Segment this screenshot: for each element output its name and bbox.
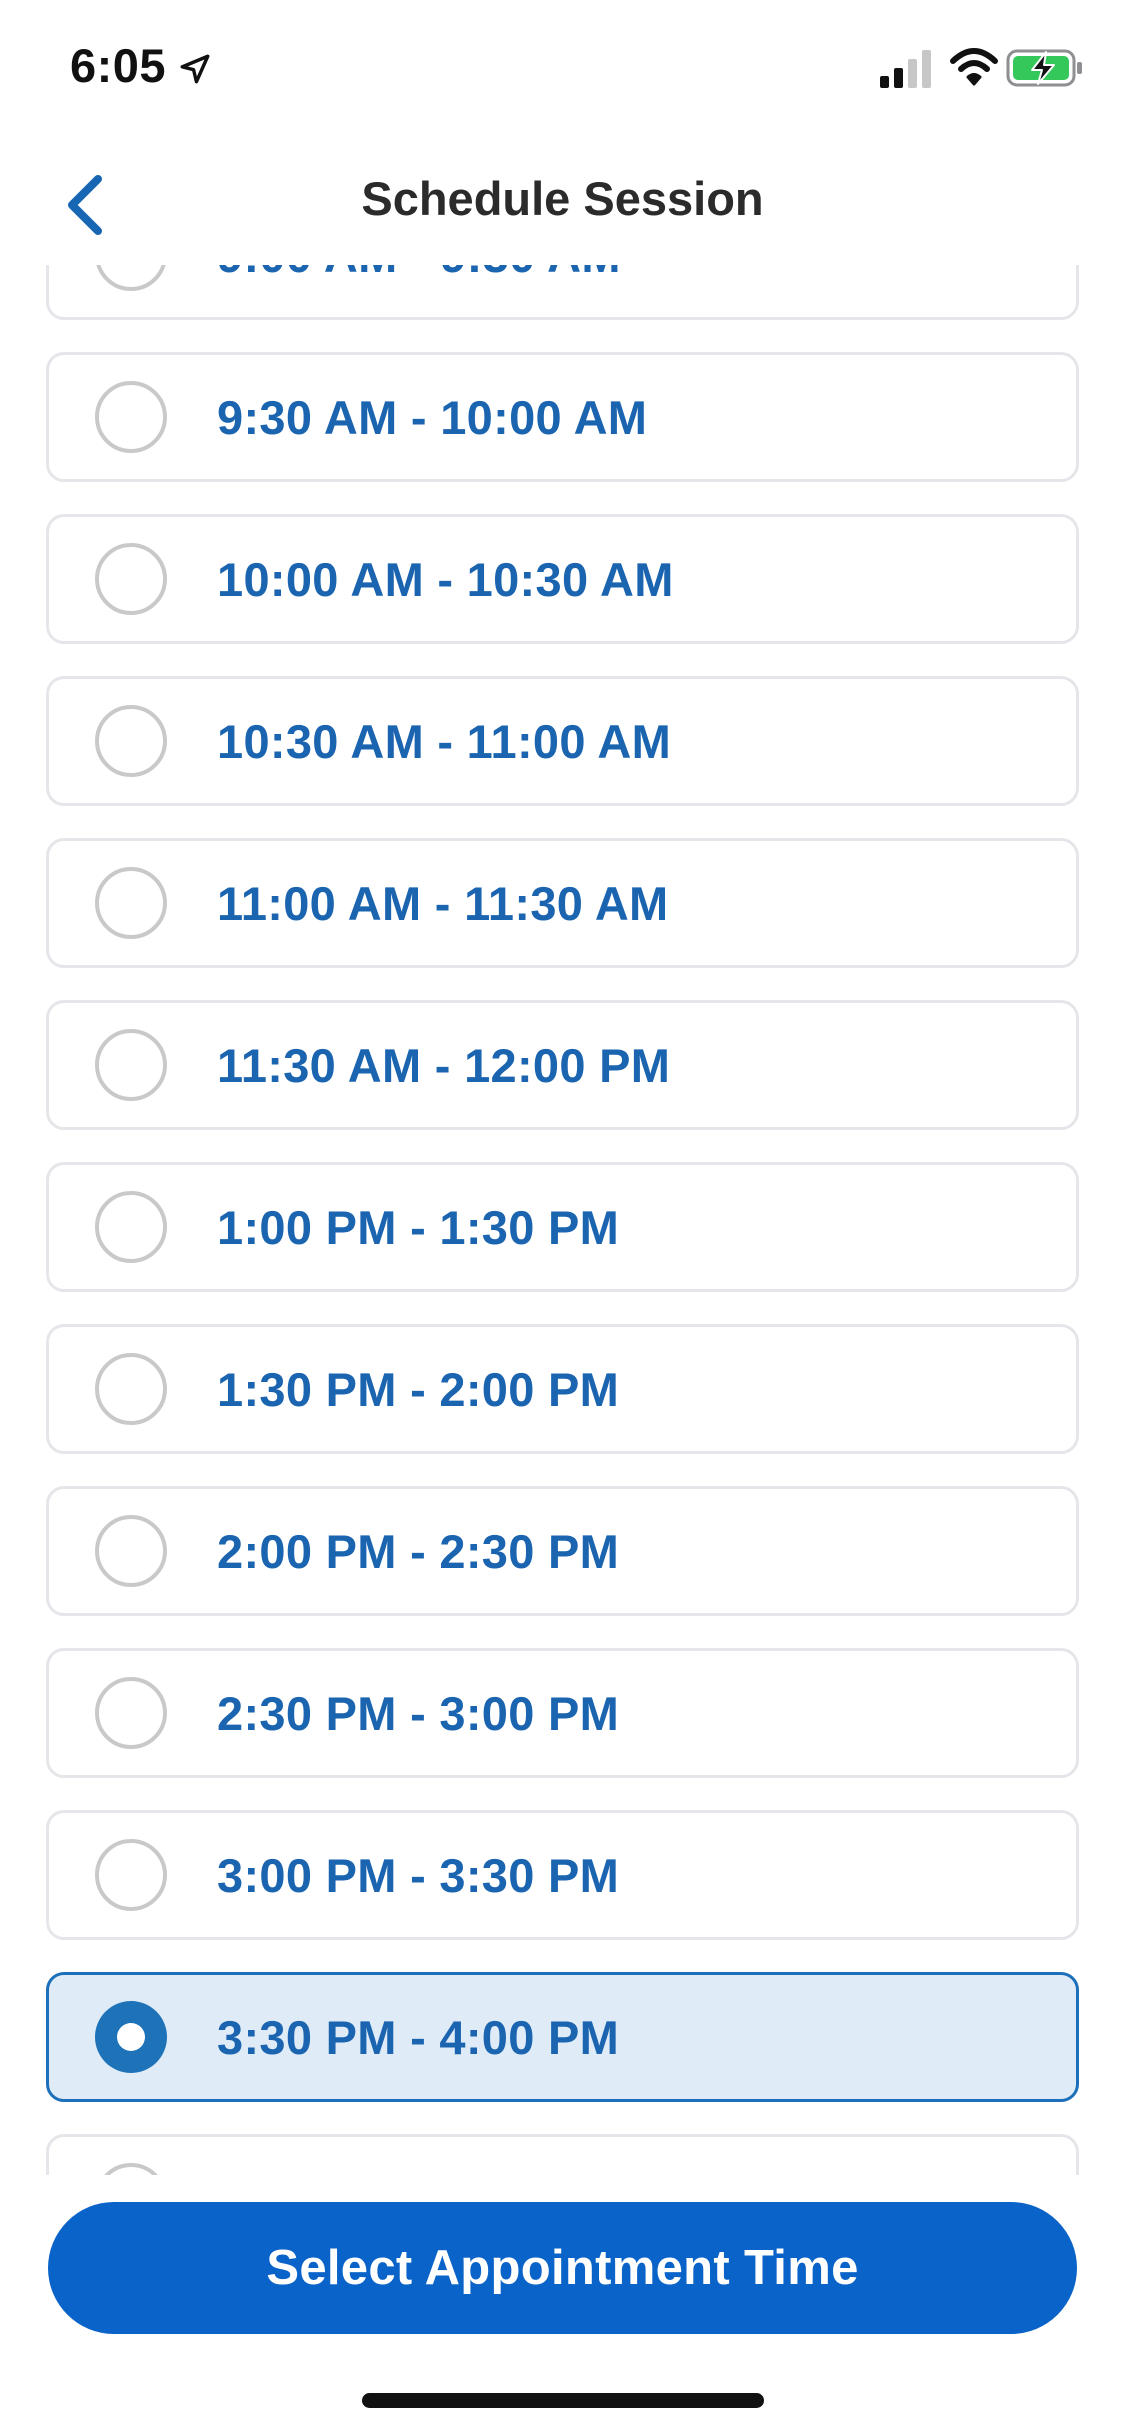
radio-unselected-icon[interactable]: [95, 265, 167, 291]
time-slot-label: 3:00 PM - 3:30 PM: [217, 1848, 620, 1902]
select-appointment-time-label: Select Appointment Time: [266, 2241, 859, 2295]
status-time: 6:05: [70, 39, 167, 92]
location-arrow-icon: [180, 54, 210, 84]
time-slot-label: 11:30 AM - 12:00 PM: [217, 1038, 671, 1092]
time-slot-row[interactable]: 4:00 PM - 4:30 PM: [46, 2134, 1079, 2175]
time-slot-label: 1:30 PM - 2:00 PM: [217, 1362, 620, 1416]
schedule-session-screen: 6:05 Schedule Session 9:30 AM - 10:00 AM…: [0, 0, 1125, 2436]
radio-unselected-icon[interactable]: [95, 1515, 167, 1587]
radio-unselected-icon[interactable]: [95, 1029, 167, 1101]
time-slot-label: 3:30 PM - 4:00 PM: [217, 2010, 620, 2064]
radio-unselected-icon[interactable]: [95, 867, 167, 939]
radio-unselected-icon[interactable]: [95, 1839, 167, 1911]
cellular-signal-icon: [880, 50, 931, 88]
time-slot-label: 9:30 AM - 10:00 AM: [217, 390, 648, 444]
wifi-icon: [950, 48, 998, 86]
select-appointment-time-button[interactable]: Select Appointment Time: [48, 2202, 1077, 2334]
radio-unselected-icon[interactable]: [95, 1677, 167, 1749]
bottom-action-area: Select Appointment Time: [0, 2175, 1125, 2436]
home-indicator: [362, 2393, 764, 2408]
radio-unselected-icon[interactable]: [95, 705, 167, 777]
time-slot-label: 11:00 AM - 11:30 AM: [217, 876, 669, 930]
time-slot-row[interactable]: 2:30 PM - 3:00 PM: [46, 1648, 1079, 1778]
time-slot-row[interactable]: 10:00 AM - 10:30 AM: [46, 514, 1079, 644]
radio-unselected-icon[interactable]: [95, 2163, 167, 2175]
time-slot-row[interactable]: 9:30 AM - 10:00 AM: [46, 352, 1079, 482]
navigation-header: Schedule Session: [0, 135, 1125, 265]
time-slot-track: 9:00 AM - 9:30 AM 9:30 AM - 10:00 AM 10:00…: [0, 265, 1125, 2175]
time-slot-label: 1:00 PM - 1:30 PM: [217, 1200, 620, 1254]
time-slot-label: 9:00 AM - 9:30 AM: [217, 265, 621, 283]
time-slot-label: 2:30 PM - 3:00 PM: [217, 1686, 620, 1740]
time-slot-label: 10:30 AM - 11:00 AM: [217, 714, 672, 768]
time-slot-row[interactable]: 1:00 PM - 1:30 PM: [46, 1162, 1079, 1292]
time-slot-row[interactable]: 11:30 AM - 12:00 PM: [46, 1000, 1079, 1130]
time-slot-row[interactable]: 1:30 PM - 2:00 PM: [46, 1324, 1079, 1454]
time-slot-list[interactable]: 9:00 AM - 9:30 AM 9:30 AM - 10:00 AM 10:00…: [0, 265, 1125, 2175]
time-slot-label: 10:00 AM - 10:30 AM: [217, 552, 674, 606]
time-slot-row[interactable]: 3:00 PM - 3:30 PM: [46, 1810, 1079, 1940]
radio-unselected-icon[interactable]: [95, 543, 167, 615]
time-slot-row[interactable]: 3:30 PM - 4:00 PM: [46, 1972, 1079, 2102]
radio-unselected-icon[interactable]: [95, 1353, 167, 1425]
radio-unselected-icon[interactable]: [95, 381, 167, 453]
status-bar: 6:05: [0, 0, 1125, 135]
time-slot-row[interactable]: 9:00 AM - 9:30 AM: [46, 265, 1079, 320]
time-slot-row[interactable]: 10:30 AM - 11:00 AM: [46, 676, 1079, 806]
radio-selected-icon[interactable]: [95, 2001, 167, 2073]
page-title: Schedule Session: [361, 172, 764, 225]
radio-unselected-icon[interactable]: [95, 1191, 167, 1263]
time-slot-label: 2:00 PM - 2:30 PM: [217, 1524, 620, 1578]
time-slot-row[interactable]: 2:00 PM - 2:30 PM: [46, 1486, 1079, 1616]
battery-charging-icon: [1006, 49, 1082, 87]
time-slot-row[interactable]: 11:00 AM - 11:30 AM: [46, 838, 1079, 968]
